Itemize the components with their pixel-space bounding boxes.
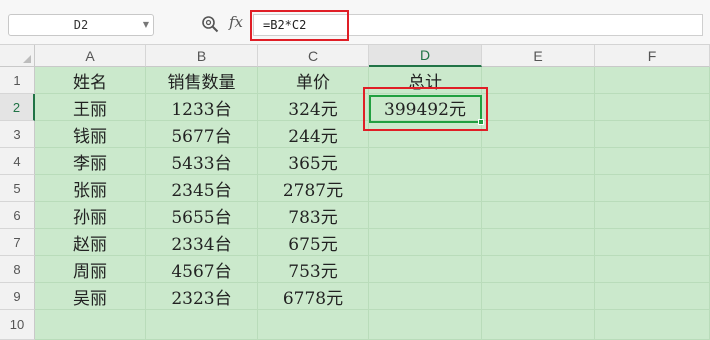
- cell-d7[interactable]: [369, 229, 482, 256]
- cell-e8[interactable]: [482, 256, 595, 283]
- cell-c5[interactable]: 2787元: [258, 175, 369, 202]
- cell-d1[interactable]: 总计: [369, 67, 482, 94]
- cell-f5[interactable]: [595, 175, 710, 202]
- cell-a4[interactable]: 李丽: [35, 148, 146, 175]
- cell-a5[interactable]: 张丽: [35, 175, 146, 202]
- fx-icon[interactable]: fx: [229, 13, 243, 31]
- cell-f6[interactable]: [595, 202, 710, 229]
- cell-f4[interactable]: [595, 148, 710, 175]
- cell-d6[interactable]: [369, 202, 482, 229]
- cell-a10[interactable]: [35, 310, 146, 340]
- cell-b7[interactable]: 2334台: [146, 229, 258, 256]
- cell-c2[interactable]: 324元: [258, 94, 369, 121]
- cell-c6[interactable]: 783元: [258, 202, 369, 229]
- cell-c1[interactable]: 单价: [258, 67, 369, 94]
- cell-a1[interactable]: 姓名: [35, 67, 146, 94]
- cell-b9[interactable]: 2323台: [146, 283, 258, 310]
- cell-d5[interactable]: [369, 175, 482, 202]
- cell-b5[interactable]: 2345台: [146, 175, 258, 202]
- row-header-5[interactable]: 5: [0, 175, 35, 202]
- row-header-9[interactable]: 9: [0, 283, 35, 310]
- cell-e4[interactable]: [482, 148, 595, 175]
- column-header-e[interactable]: E: [482, 45, 595, 67]
- cell-f8[interactable]: [595, 256, 710, 283]
- cell-f2[interactable]: [595, 94, 710, 121]
- cell-f9[interactable]: [595, 283, 710, 310]
- cell-d2[interactable]: 399492元: [369, 94, 482, 121]
- column-header-d[interactable]: D: [369, 45, 482, 67]
- cell-e7[interactable]: [482, 229, 595, 256]
- cell-e1[interactable]: [482, 67, 595, 94]
- cell-c9[interactable]: 6778元: [258, 283, 369, 310]
- cell-f10[interactable]: [595, 310, 710, 340]
- cell-d8[interactable]: [369, 256, 482, 283]
- cell-f7[interactable]: [595, 229, 710, 256]
- cell-d10[interactable]: [369, 310, 482, 340]
- zoom-icon[interactable]: [201, 15, 219, 33]
- cell-d3[interactable]: [369, 121, 482, 148]
- name-box-value: D2: [73, 18, 89, 32]
- cell-c4[interactable]: 365元: [258, 148, 369, 175]
- name-box[interactable]: D2 ▼: [8, 14, 154, 36]
- column-header-c[interactable]: C: [258, 45, 369, 67]
- cell-e10[interactable]: [482, 310, 595, 340]
- cell-c8[interactable]: 753元: [258, 256, 369, 283]
- cell-f1[interactable]: [595, 67, 710, 94]
- row-header-8[interactable]: 8: [0, 256, 35, 283]
- cell-d4[interactable]: [369, 148, 482, 175]
- cell-c10[interactable]: [258, 310, 369, 340]
- cell-b2[interactable]: 1233台: [146, 94, 258, 121]
- cell-a7[interactable]: 赵丽: [35, 229, 146, 256]
- formula-bar: D2 ▼ fx =B2*C2: [0, 0, 710, 45]
- cell-b6[interactable]: 5655台: [146, 202, 258, 229]
- cell-e6[interactable]: [482, 202, 595, 229]
- cell-d9[interactable]: [369, 283, 482, 310]
- cell-b1[interactable]: 销售数量: [146, 67, 258, 94]
- fill-handle[interactable]: [478, 119, 484, 125]
- cell-b8[interactable]: 4567台: [146, 256, 258, 283]
- cell-c3[interactable]: 244元: [258, 121, 369, 148]
- select-all-corner[interactable]: [0, 45, 35, 67]
- column-header-b[interactable]: B: [146, 45, 258, 67]
- row-header-10[interactable]: 10: [0, 310, 35, 340]
- cell-b10[interactable]: [146, 310, 258, 340]
- cell-b3[interactable]: 5677台: [146, 121, 258, 148]
- row-header-1[interactable]: 1: [0, 67, 35, 94]
- row-header-6[interactable]: 6: [0, 202, 35, 229]
- cell-c7[interactable]: 675元: [258, 229, 369, 256]
- row-header-4[interactable]: 4: [0, 148, 35, 175]
- column-header-f[interactable]: F: [595, 45, 710, 67]
- formula-input[interactable]: =B2*C2: [253, 14, 703, 36]
- row-header-3[interactable]: 3: [0, 121, 35, 148]
- column-header-a[interactable]: A: [35, 45, 146, 67]
- cell-a9[interactable]: 吴丽: [35, 283, 146, 310]
- cell-b4[interactable]: 5433台: [146, 148, 258, 175]
- cell-a3[interactable]: 钱丽: [35, 121, 146, 148]
- cell-e9[interactable]: [482, 283, 595, 310]
- cell-e5[interactable]: [482, 175, 595, 202]
- row-header-2[interactable]: 2: [0, 94, 35, 121]
- cell-a6[interactable]: 孙丽: [35, 202, 146, 229]
- cell-a2[interactable]: 王丽: [35, 94, 146, 121]
- chevron-down-icon[interactable]: ▼: [143, 20, 149, 29]
- cell-a8[interactable]: 周丽: [35, 256, 146, 283]
- cell-e3[interactable]: [482, 121, 595, 148]
- cell-f3[interactable]: [595, 121, 710, 148]
- row-header-7[interactable]: 7: [0, 229, 35, 256]
- cell-e2[interactable]: [482, 94, 595, 121]
